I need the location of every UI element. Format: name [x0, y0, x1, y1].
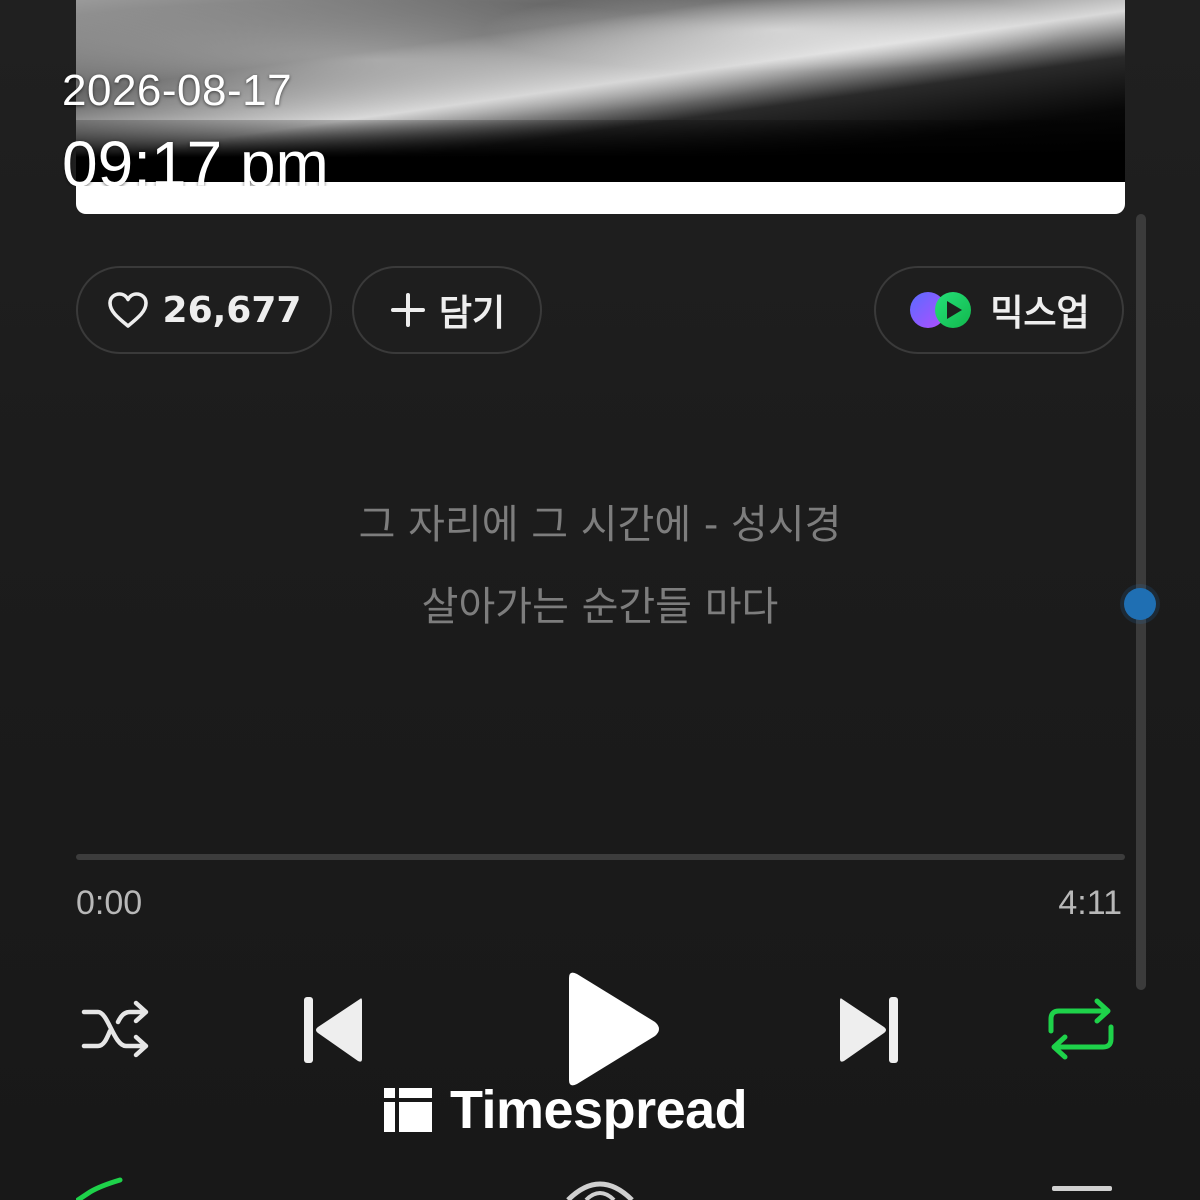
heart-icon — [107, 291, 149, 329]
timestamp-date: 2026-08-17 — [62, 66, 293, 115]
shuffle-button[interactable] — [78, 996, 156, 1062]
total-time: 4:11 — [1058, 884, 1122, 922]
timespread-logo-icon — [384, 1088, 432, 1132]
plus-icon — [389, 291, 427, 329]
bottom-nav-circle-icon[interactable] — [564, 1176, 636, 1200]
timestamp-time: 09:17 pm — [62, 128, 329, 186]
music-player-screen: 2026-08-17 09:17 pm 26,677 담기 믹스업 그 자리에 … — [0, 0, 1200, 1200]
add-label: 담기 — [438, 293, 506, 334]
lyrics-line-title[interactable]: 그 자리에 그 시간에 - 성시경 — [0, 492, 1200, 550]
like-count: 26,677 — [162, 289, 302, 331]
play-button[interactable] — [556, 966, 666, 1092]
play-icon — [569, 972, 659, 1086]
mixup-button[interactable]: 믹스업 — [874, 266, 1124, 354]
shuffle-icon — [81, 1000, 149, 1058]
lyrics-line[interactable]: 살아가는 순간들 마다 — [0, 574, 1200, 632]
skip-next-icon — [840, 997, 898, 1063]
skip-previous-icon — [304, 997, 362, 1063]
bottom-nav-menu-icon[interactable] — [1052, 1182, 1112, 1200]
mixup-logo-icon — [908, 290, 974, 330]
next-button[interactable] — [834, 992, 904, 1068]
bottom-nav-check-icon[interactable] — [75, 1176, 156, 1200]
previous-button[interactable] — [298, 992, 368, 1068]
elapsed-time: 0:00 — [76, 884, 143, 922]
like-button[interactable]: 26,677 — [76, 266, 332, 354]
watermark-text: Timespread — [450, 1080, 748, 1140]
watermark: Timespread — [384, 1078, 748, 1142]
add-to-playlist-button[interactable]: 담기 — [352, 266, 542, 354]
mixup-label: 믹스업 — [990, 293, 1090, 334]
progress-bar[interactable] — [76, 854, 1125, 860]
repeat-button[interactable] — [1044, 996, 1118, 1062]
repeat-icon — [1048, 998, 1114, 1060]
scrollbar-knob[interactable] — [1124, 588, 1156, 620]
